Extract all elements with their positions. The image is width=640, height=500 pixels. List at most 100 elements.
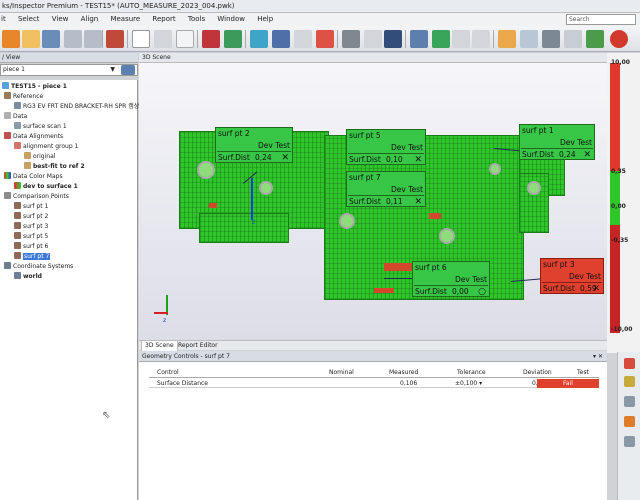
open-file-icon[interactable] <box>2 30 20 48</box>
tree-item-surf-pt-1[interactable]: surf pt 1 <box>14 202 48 211</box>
settings-icon[interactable] <box>106 30 124 48</box>
tree-item-surface-scan[interactable]: surface scan 1 <box>14 122 67 131</box>
table-row[interactable]: Surface Distance 0,106 ±0,100 ▾ 0,106 Fa… <box>149 379 599 388</box>
coordinate-system-icon <box>4 262 11 269</box>
wrench-icon[interactable] <box>624 396 635 407</box>
col-control[interactable]: Control <box>157 368 179 378</box>
redo-icon[interactable] <box>84 30 102 48</box>
part-hole <box>197 161 215 179</box>
menu-item-align[interactable]: Align <box>76 13 104 26</box>
menu-item-measure[interactable]: Measure <box>105 13 145 26</box>
callout-surf-pt-5[interactable]: surf pt 5 Dev Test Surf.Dist 0,10 ✕ <box>346 129 426 165</box>
tree-item-surf-pt-3[interactable]: surf pt 3 <box>14 222 48 231</box>
col-test[interactable]: Test <box>577 368 589 378</box>
camera-icon[interactable] <box>542 30 560 48</box>
point-icon <box>14 242 21 249</box>
fit-icon[interactable] <box>294 30 312 48</box>
add-control-icon[interactable] <box>624 358 635 369</box>
tab-report-editor[interactable]: Report Editor <box>175 341 221 351</box>
callout-surf-pt-2[interactable]: surf pt 2 Dev Test Surf.Dist 0,24 ✕ <box>215 127 293 163</box>
measure-tool-icon[interactable] <box>342 30 360 48</box>
pointer-icon[interactable] <box>154 30 172 48</box>
tree-item-data[interactable]: Data <box>4 112 27 121</box>
tree-item-dev-to-surface[interactable]: dev to surface 1 <box>14 182 78 191</box>
callout-label: Surf.Dist <box>543 284 575 293</box>
menu-item-edit[interactable]: it <box>0 13 11 26</box>
tree-item-original[interactable]: original <box>24 152 55 161</box>
callout-surf-pt-7[interactable]: surf pt 7 Dev Test Surf.Dist 0,11 ✕ <box>346 171 426 207</box>
tree-item-surf-pt-6[interactable]: surf pt 6 <box>14 242 48 251</box>
tree-root[interactable]: TEST15 - piece 1 <box>2 82 67 91</box>
callout-title: surf pt 1 <box>522 126 554 135</box>
save-icon[interactable] <box>42 30 60 48</box>
data-icon <box>4 112 11 119</box>
menu-item-window[interactable]: Window <box>212 13 250 26</box>
tree-item-data-alignments[interactable]: Data Alignments <box>4 132 63 141</box>
menu-item-tools[interactable]: Tools <box>183 13 210 26</box>
search-input[interactable]: Search <box>566 14 636 25</box>
tree-item-coordinate-systems[interactable]: Coordinate Systems <box>4 262 73 271</box>
scene-viewport[interactable]: z z surf pt 2 Dev Test Surf.Dist 0,24 ✕ su… <box>139 63 607 340</box>
menu-item-report[interactable]: Report <box>147 13 180 26</box>
model-icon <box>14 102 21 109</box>
part-hole <box>527 181 541 195</box>
points-icon[interactable] <box>432 30 450 48</box>
cube-icon[interactable] <box>250 30 268 48</box>
delete-icon[interactable] <box>624 436 635 447</box>
document-icon[interactable] <box>586 30 604 48</box>
callout-surf-pt-3[interactable]: surf pt 3 Dev Test Surf.Dist 0,59 ✕ <box>540 258 604 294</box>
tree-item-world[interactable]: world <box>14 272 42 281</box>
tree-item-best-fit[interactable]: best-fit to ref 2 <box>24 162 85 171</box>
tree-item-surf-pt-2[interactable]: surf pt 2 <box>14 212 48 221</box>
menu-item-select[interactable]: Select <box>13 13 45 26</box>
flag-icon[interactable] <box>624 416 635 427</box>
table-icon[interactable] <box>520 30 538 48</box>
axis-icon <box>14 272 21 279</box>
tree-item-reference-model[interactable]: RG3 EV FRT END BRACKET-RH SPR 캠상 <box>14 102 139 111</box>
new-document-icon[interactable] <box>132 30 150 48</box>
caliper-icon[interactable] <box>452 30 470 48</box>
part-hole <box>339 213 355 229</box>
tree-item-reference[interactable]: Reference <box>4 92 43 101</box>
folder-icon[interactable] <box>22 30 40 48</box>
col-nominal[interactable]: Nominal <box>329 368 354 378</box>
callout-surf-pt-1[interactable]: surf pt 1 Dev Test Surf.Dist 0,24 ✕ <box>519 124 595 160</box>
menu-item-view[interactable]: View <box>47 13 74 26</box>
callout-test-header: Dev Test <box>391 185 423 194</box>
print-icon[interactable] <box>564 30 582 48</box>
menu-item-help[interactable]: Help <box>252 13 278 26</box>
tree-item-surf-pt-5[interactable]: surf pt 5 <box>14 232 48 241</box>
col-deviation[interactable]: Deviation <box>523 368 552 378</box>
panel-close-icon[interactable]: ▾ ✕ <box>593 351 603 362</box>
binary-icon[interactable] <box>176 30 194 48</box>
section-icon[interactable] <box>410 30 428 48</box>
tree-item-color-maps[interactable]: Data Color Maps <box>4 172 63 181</box>
tree-item-comparison-points[interactable]: Comparison Points <box>4 192 69 201</box>
edit-mesh-icon[interactable] <box>224 30 242 48</box>
play-icon[interactable] <box>610 30 628 48</box>
report-icon[interactable] <box>498 30 516 48</box>
col-measured[interactable]: Measured <box>389 368 418 378</box>
align-icon[interactable] <box>272 30 290 48</box>
callout-title: surf pt 6 <box>415 263 447 272</box>
callout-surf-pt-6[interactable]: surf pt 6 Dev Test Surf.Dist 0,00 ○ <box>412 261 490 297</box>
color-map-icon[interactable] <box>384 30 402 48</box>
edit-control-icon[interactable] <box>624 376 635 387</box>
callout-value: 0,10 <box>386 155 403 164</box>
col-tolerance[interactable]: Tolerance <box>457 368 486 378</box>
tab-3d-scene[interactable]: 3D Scene <box>141 341 178 351</box>
color-map-icon <box>4 172 11 179</box>
tree-item-surf-pt-7[interactable]: surf pt 7 <box>14 252 51 261</box>
piece-actions-icon[interactable] <box>121 65 135 75</box>
tree-item-alignment-group[interactable]: alignment group 1 <box>14 142 78 151</box>
chevron-down-icon[interactable]: ▼ <box>110 65 115 75</box>
compass-icon[interactable] <box>364 30 382 48</box>
digitize-icon[interactable] <box>202 30 220 48</box>
callout-label: Surf.Dist <box>522 150 554 159</box>
undo-icon[interactable] <box>64 30 82 48</box>
callout-value: 0,11 <box>386 197 403 206</box>
tolerance-select[interactable]: ±0,100 ▾ <box>455 379 482 388</box>
probe-icon[interactable] <box>316 30 334 48</box>
angle-icon[interactable] <box>472 30 490 48</box>
piece-selector[interactable]: piece 1 ▼ <box>0 64 138 76</box>
